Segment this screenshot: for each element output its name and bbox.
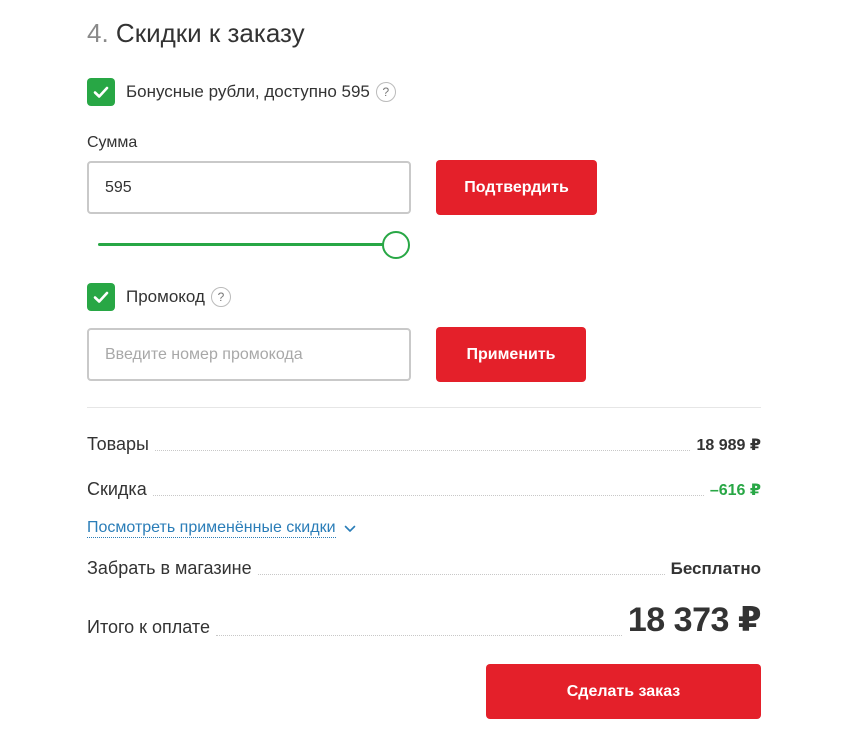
divider <box>87 407 761 408</box>
discount-value: –616 ₽ <box>709 482 761 499</box>
check-icon <box>93 86 109 98</box>
section-title: 4. Скидки к заказу <box>87 18 305 49</box>
pickup-label: Забрать в магазине <box>87 558 252 578</box>
section-number: 4. <box>87 18 109 48</box>
chevron-down-icon[interactable] <box>344 525 356 533</box>
bonus-checkbox[interactable] <box>87 78 115 106</box>
dotted-leader <box>154 450 691 451</box>
promo-code-input[interactable] <box>87 328 411 381</box>
goods-value: 18 989 ₽ <box>696 437 761 454</box>
dotted-leader <box>152 495 704 496</box>
bonus-slider-track[interactable] <box>98 243 385 246</box>
total-label: Итого к оплате <box>87 617 210 637</box>
promo-checkbox[interactable] <box>87 283 115 311</box>
view-discounts-link[interactable]: Посмотреть применённые скидки <box>87 519 356 538</box>
dotted-leader <box>215 635 622 636</box>
help-icon[interactable]: ? <box>210 287 231 307</box>
help-icon[interactable]: ? <box>375 82 396 102</box>
summary-row-discount: Скидка –616 ₽ <box>87 479 761 500</box>
dotted-leader <box>257 574 665 575</box>
apply-button[interactable]: Применить <box>436 327 586 382</box>
promo-label: Промокод <box>126 287 205 306</box>
check-icon <box>93 291 109 303</box>
total-value: 18 373 ₽ <box>627 601 762 639</box>
amount-label: Сумма <box>87 134 138 151</box>
promo-label-row: Промокод ? <box>126 287 231 307</box>
section-title-text: Скидки к заказу <box>115 18 305 48</box>
summary-row-pickup: Забрать в магазине Бесплатно <box>87 558 761 579</box>
goods-label: Товары <box>87 434 149 454</box>
bonus-slider-thumb[interactable] <box>382 231 410 259</box>
bonus-label-row: Бонусные рубли, доступно 595 ? <box>126 82 396 102</box>
confirm-button[interactable]: Подтвердить <box>436 160 597 215</box>
summary-row-total: Итого к оплате 18 373 ₽ <box>87 600 762 640</box>
bonus-amount-input[interactable] <box>87 161 411 214</box>
place-order-button[interactable]: Сделать заказ <box>486 664 761 719</box>
discount-label: Скидка <box>87 479 147 499</box>
view-discounts-text[interactable]: Посмотреть применённые скидки <box>87 519 336 538</box>
summary-row-goods: Товары 18 989 ₽ <box>87 434 761 455</box>
bonus-label: Бонусные рубли, доступно 595 <box>126 82 370 101</box>
pickup-value: Бесплатно <box>670 559 761 578</box>
